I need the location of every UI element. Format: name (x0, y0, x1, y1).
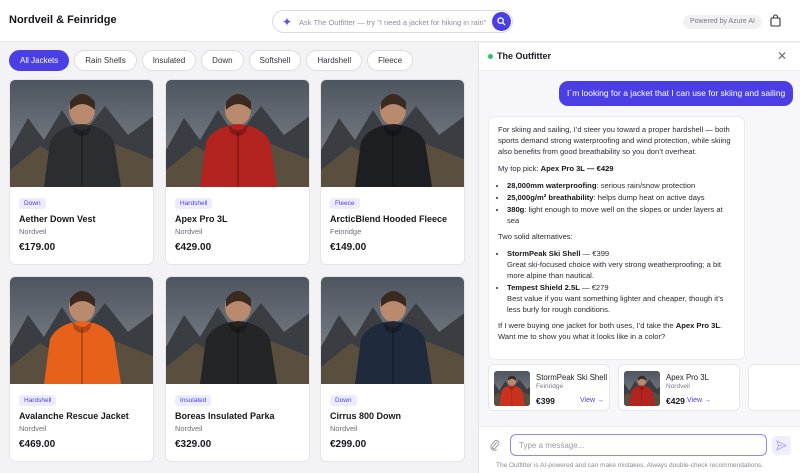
filter-chip-softshell[interactable]: Softshell (248, 50, 302, 71)
feature-item: 28,000mm waterproofing: serious rain/sno… (507, 180, 735, 191)
user-message: I´m looking for a jacket that I can use … (559, 81, 793, 106)
brand-logo[interactable]: Nordveil & Feinridge (9, 14, 117, 26)
category-tag: Hardshell (175, 198, 213, 209)
filter-chip-fleece[interactable]: Fleece (367, 50, 414, 71)
attachment-button[interactable] (490, 438, 500, 456)
view-product-link[interactable]: View → (580, 397, 604, 404)
product-price: €469.00 (19, 439, 56, 450)
search-button[interactable] (492, 12, 511, 31)
recommendation-thumbnail (624, 371, 660, 406)
product-price: €429.00 (175, 242, 212, 253)
search-bar[interactable]: ✦ (272, 10, 513, 33)
recommendation-brand: Feinridge (536, 383, 564, 390)
recommendation-brand: Nordveil (666, 383, 690, 390)
recommendation-card[interactable]: StormPeak Ski Shell Feinridge €399 View … (488, 364, 610, 411)
send-button[interactable] (772, 436, 791, 455)
alternative-item: StormPeak Ski Shell — €399Great ski-focu… (507, 248, 735, 281)
ai-disclaimer: The Outfitter is AI-powered and can make… (496, 462, 763, 469)
product-price: €329.00 (175, 439, 212, 450)
filter-chip-rain-shells[interactable]: Rain Shells (74, 50, 137, 71)
recommendation-price: €399 (536, 396, 555, 406)
close-icon[interactable]: ✕ (777, 50, 787, 62)
product-brand: Feinridge (330, 227, 362, 236)
category-tag: Fleece (330, 198, 360, 209)
alternatives-heading: Two solid alternatives: (498, 232, 573, 241)
product-image (10, 80, 153, 187)
chat-header: The Outfitter ✕ (479, 43, 800, 71)
message-composer: The Outfitter is AI-powered and can make… (479, 426, 800, 473)
shopping-bag-button[interactable] (770, 14, 781, 32)
sparkle-icon: ✦ (282, 15, 293, 29)
paperclip-icon (490, 440, 500, 451)
recommendation-name: StormPeak Ski Shell (536, 373, 608, 382)
recommendation-carousel[interactable]: StormPeak Ski Shell Feinridge €399 View … (488, 364, 800, 412)
feature-list: 28,000mm waterproofing: serious rain/sno… (507, 180, 735, 226)
product-brand: Nordveil (19, 227, 47, 236)
message-input[interactable] (510, 434, 767, 456)
product-card[interactable]: Fleece ArcticBlend Hooded Fleece Feinrid… (320, 79, 465, 265)
recommendation-card[interactable]: Apex Pro 3L Nordveil €429 View → (618, 364, 740, 411)
search-input[interactable] (299, 15, 489, 29)
assistant-intro: For skiing and sailing, I’d steer you to… (498, 125, 731, 156)
assistant-message: For skiing and sailing, I’d steer you to… (488, 116, 745, 360)
product-price: €299.00 (330, 439, 367, 450)
product-card[interactable]: Down Aether Down Vest Nordveil €179.00 (9, 79, 154, 265)
product-card[interactable]: Hardshell Apex Pro 3L Nordveil €429.00 (165, 79, 310, 265)
product-image (321, 277, 464, 384)
product-image (10, 277, 153, 384)
product-name: Cirrus 800 Down (330, 411, 402, 421)
product-price: €179.00 (19, 242, 56, 253)
product-name: Avalanche Rescue Jacket (19, 411, 129, 421)
alternatives-list: StormPeak Ski Shell — €399Great ski-focu… (507, 248, 735, 315)
filter-chip-hardshell[interactable]: Hardshell (306, 50, 363, 71)
filter-chip-all-jackets[interactable]: All Jackets (9, 50, 70, 71)
filter-chip-down[interactable]: Down (201, 50, 244, 71)
feature-item: 380g: light enough to move well on the s… (507, 204, 735, 226)
alternative-item: Tempest Shield 2.5L — €279Best value if … (507, 282, 735, 315)
filter-chip-insulated[interactable]: Insulated (141, 50, 197, 71)
online-status-dot (488, 54, 493, 59)
recommendation-card-partial[interactable] (748, 364, 800, 411)
category-tag: Down (330, 395, 357, 406)
product-name: ArcticBlend Hooded Fleece (330, 214, 448, 224)
top-header: Nordveil & Feinridge ✦ Powered by Azure … (0, 0, 800, 42)
powered-by-badge: Powered by Azure AI (683, 15, 762, 29)
product-card[interactable]: Hardshell Avalanche Rescue Jacket Nordve… (9, 276, 154, 462)
product-name: Apex Pro 3L (175, 214, 228, 224)
product-name: Boreas Insulated Parka (175, 411, 275, 421)
feature-item: 25,000g/m² breathability: helps dump hea… (507, 192, 735, 203)
product-card[interactable]: Down Cirrus 800 Down Nordveil €299.00 (320, 276, 465, 462)
category-tag: Hardshell (19, 395, 57, 406)
product-brand: Nordveil (175, 227, 203, 236)
product-image (321, 80, 464, 187)
category-tag: Insulated (175, 395, 212, 406)
search-icon (497, 17, 506, 26)
product-brand: Nordveil (330, 424, 358, 433)
recommendation-price: €429 (666, 396, 685, 406)
send-icon (776, 440, 787, 451)
product-card[interactable]: Insulated Boreas Insulated Parka Nordvei… (165, 276, 310, 462)
chat-panel: The Outfitter ✕ I´m looking for a jacket… (478, 43, 800, 473)
top-pick-line: My top pick: Apex Pro 3L — €429 (498, 164, 614, 173)
filter-chips: All Jackets Rain Shells Insulated Down S… (9, 50, 414, 71)
product-image (166, 277, 309, 384)
product-image (166, 80, 309, 187)
product-catalog: All Jackets Rain Shells Insulated Down S… (0, 43, 478, 473)
view-product-link[interactable]: View → (687, 397, 711, 404)
product-price: €149.00 (330, 242, 367, 253)
product-name: Aether Down Vest (19, 214, 96, 224)
category-tag: Down (19, 198, 46, 209)
product-brand: Nordveil (19, 424, 47, 433)
recommendation-name: Apex Pro 3L (666, 373, 709, 382)
recommendation-thumbnail (494, 371, 530, 406)
assistant-closing: If I were buying one jacket for both use… (498, 321, 723, 341)
product-brand: Nordveil (175, 424, 203, 433)
top-pick-product: Apex Pro 3L — €429 (540, 164, 614, 173)
chat-title: The Outfitter (497, 51, 551, 61)
shopping-bag-icon (770, 14, 781, 27)
